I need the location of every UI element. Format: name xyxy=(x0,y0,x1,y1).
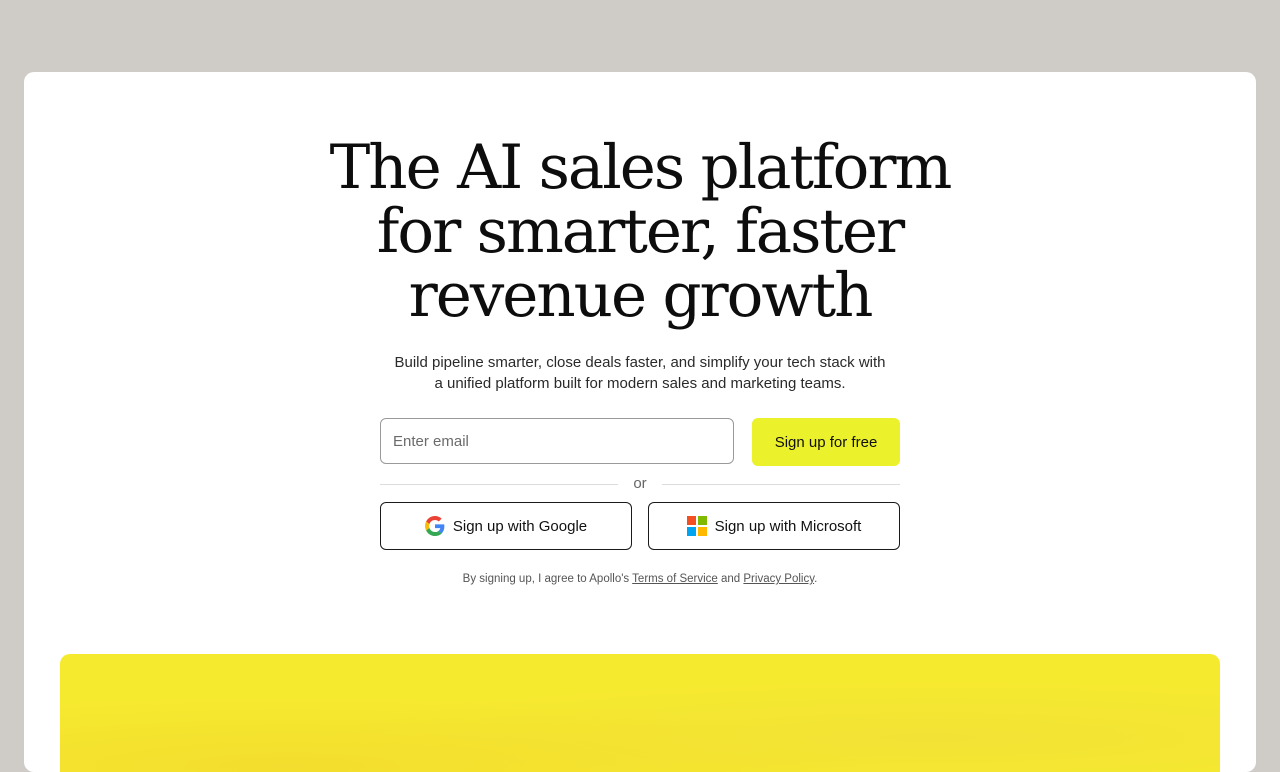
divider-line-left xyxy=(380,484,618,485)
google-logo-icon xyxy=(424,516,445,536)
main-card: The AI sales platform for smarter, faste… xyxy=(24,72,1256,772)
legal-prefix: By signing up, I agree to Apollo's xyxy=(462,573,633,585)
headline-line-3: revenue growth xyxy=(408,260,874,331)
hero-media-panel xyxy=(60,654,1220,772)
headline-line-2: for smarter, faster xyxy=(376,196,905,267)
legal-notice: By signing up, I agree to Apollo's Terms… xyxy=(24,573,1256,585)
microsoft-button-label: Sign up with Microsoft xyxy=(714,517,862,535)
microsoft-logo-icon xyxy=(686,516,707,536)
headline-line-1: The AI sales platform xyxy=(329,132,953,203)
privacy-policy-link[interactable]: Privacy Policy xyxy=(743,573,814,585)
sign-up-google-button[interactable]: Sign up with Google xyxy=(380,502,632,550)
divider-line-right xyxy=(662,484,900,485)
subtitle-line-2: a unified platform built for modern sale… xyxy=(434,375,846,392)
sign-up-microsoft-button[interactable]: Sign up with Microsoft xyxy=(648,502,900,550)
or-divider-text: or xyxy=(633,475,647,492)
hero-subtitle: Build pipeline smarter, close deals fast… xyxy=(24,352,1256,394)
email-input[interactable] xyxy=(380,418,734,464)
subtitle-line-1: Build pipeline smarter, close deals fast… xyxy=(394,354,886,371)
legal-suffix: . xyxy=(814,573,818,585)
sign-up-free-button[interactable]: Sign up for free xyxy=(752,418,900,466)
google-button-label: Sign up with Google xyxy=(452,517,588,535)
hero-headline: The AI sales platform for smarter, faste… xyxy=(24,136,1256,328)
terms-of-service-link[interactable]: Terms of Service xyxy=(632,573,718,585)
legal-joiner: and xyxy=(717,573,744,585)
